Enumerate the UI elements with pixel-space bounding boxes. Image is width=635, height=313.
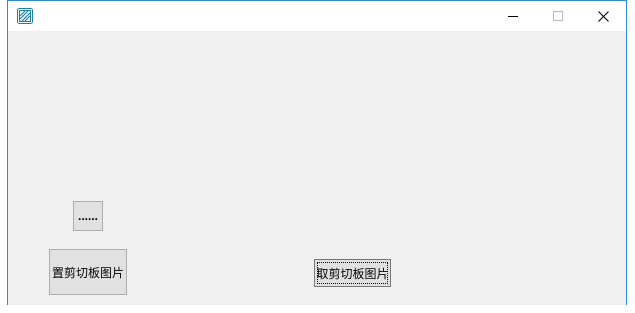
- close-icon: [597, 10, 609, 22]
- minimize-icon: [508, 11, 518, 21]
- close-button[interactable]: [581, 1, 625, 31]
- app-icon: [17, 8, 33, 24]
- client-area: ...... 置剪切板图片 取剪切板图片: [8, 31, 626, 305]
- minimize-button[interactable]: [491, 1, 535, 31]
- app-window: ...... 置剪切板图片 取剪切板图片: [7, 0, 627, 305]
- get-clipboard-image-button[interactable]: 取剪切板图片: [314, 259, 391, 287]
- browse-button[interactable]: ......: [73, 201, 103, 231]
- set-clipboard-image-button[interactable]: 置剪切板图片: [49, 249, 127, 295]
- maximize-icon: [553, 11, 563, 21]
- title-bar[interactable]: [8, 1, 626, 31]
- maximize-button[interactable]: [536, 1, 580, 31]
